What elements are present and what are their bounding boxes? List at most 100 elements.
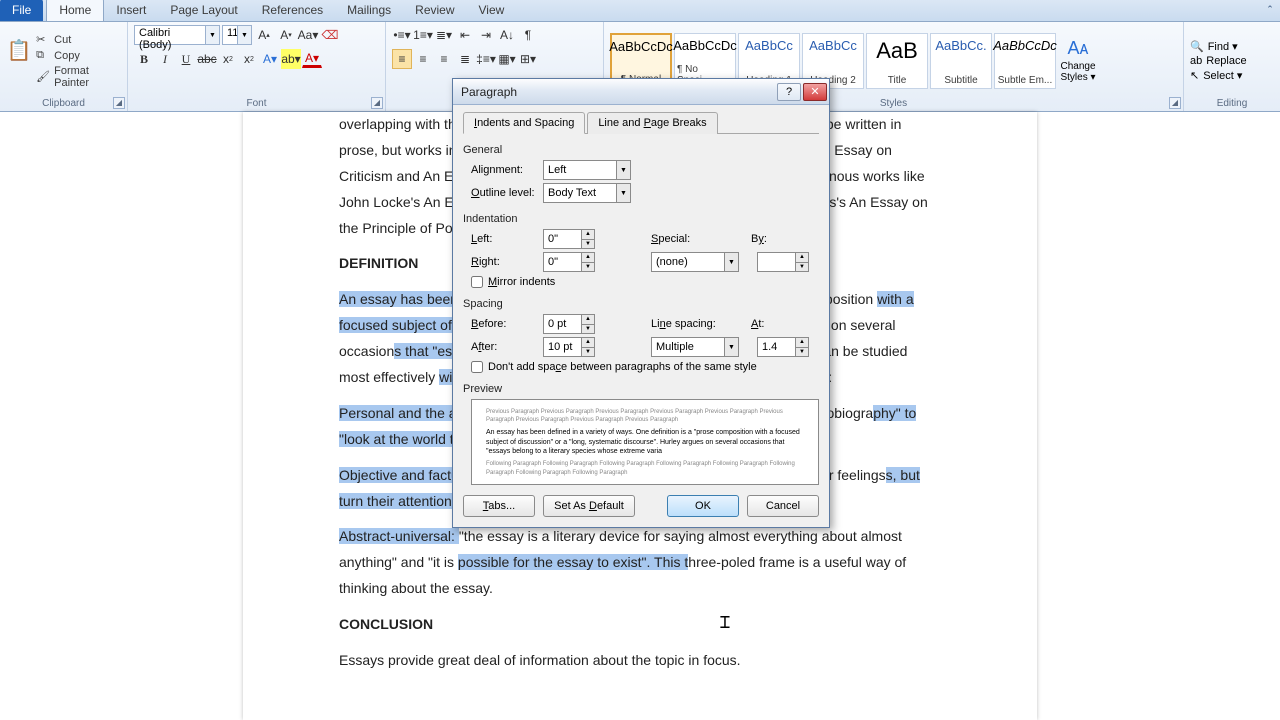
linespacing-combo[interactable]: Multiple▼ <box>651 337 739 357</box>
align-right-button[interactable]: ≡ <box>434 49 454 69</box>
tab-references[interactable]: References <box>250 0 335 21</box>
spin-up-icon[interactable]: ▲ <box>795 338 808 348</box>
font-color-button[interactable]: A▾ <box>302 50 322 68</box>
style-title[interactable]: AaBTitle <box>866 33 928 89</box>
spin-down-icon[interactable]: ▼ <box>795 263 808 272</box>
spin-up-icon[interactable]: ▲ <box>581 253 594 263</box>
justify-button[interactable]: ≣ <box>455 49 475 69</box>
style-subtleem[interactable]: AaBbCcDcSubtle Em... <box>994 33 1056 89</box>
tab-home[interactable]: Home <box>46 0 104 21</box>
minimize-ribbon-icon[interactable]: ⌃ <box>1262 2 1278 16</box>
clipboard-launcher[interactable]: ◢ <box>113 97 125 109</box>
multilevel-button[interactable]: ≣▾ <box>434 25 454 45</box>
spin-up-icon[interactable]: ▲ <box>581 230 594 240</box>
replace-icon: ab <box>1190 55 1202 67</box>
tab-view[interactable]: View <box>467 0 517 21</box>
italic-button[interactable]: I <box>155 49 175 69</box>
tab-file[interactable]: File <box>0 0 43 21</box>
tab-mailings[interactable]: Mailings <box>335 0 403 21</box>
spin-down-icon[interactable]: ▼ <box>581 325 594 334</box>
font-name-combo[interactable]: Calibri (Body)▼ <box>134 25 220 45</box>
body-text: Abstract-universal: "the essay is a lite… <box>339 524 941 602</box>
tab-line-page-breaks[interactable]: Line and Page BreaksLine and Page Breaks <box>587 112 717 134</box>
tab-indents-spacing[interactable]: IIndents and Spacingndents and Spacing <box>463 112 585 134</box>
help-button[interactable]: ? <box>777 83 801 101</box>
spin-down-icon[interactable]: ▼ <box>581 263 594 272</box>
spin-down-icon[interactable]: ▼ <box>581 240 594 249</box>
spin-down-icon[interactable]: ▼ <box>581 348 594 357</box>
no-space-same-style-check[interactable]: Don't add space between paragraphs of th… <box>471 361 819 373</box>
font-launcher[interactable]: ◢ <box>371 97 383 109</box>
strikethrough-button[interactable]: abc <box>197 49 217 69</box>
format-painter-button[interactable]: 🖌Format Painter <box>36 65 121 89</box>
indent-left-label: Left: <box>471 233 537 245</box>
change-case-button[interactable]: Aa▾ <box>298 25 318 45</box>
group-label-editing: Editing <box>1190 96 1274 111</box>
mirror-indents-check[interactable]: Mirror indents <box>471 276 819 288</box>
indent-left-spinner[interactable]: 0"▲▼ <box>543 229 595 249</box>
copy-button[interactable]: ⧉Copy <box>36 49 121 63</box>
cancel-button[interactable]: Cancel <box>747 495 819 517</box>
numbering-button[interactable]: 1≡▾ <box>413 25 433 45</box>
group-label-font: Font <box>134 96 379 111</box>
dialog-titlebar[interactable]: Paragraph ? ✕ <box>453 79 829 105</box>
dialog-title: Paragraph <box>461 85 775 99</box>
before-spinner[interactable]: 0 pt▲▼ <box>543 314 595 334</box>
ribbon-tabs: File Home Insert Page Layout References … <box>0 0 1280 22</box>
section-spacing: Spacing <box>463 298 819 310</box>
after-spinner[interactable]: 10 pt▲▼ <box>543 337 595 357</box>
find-button[interactable]: 🔍Find ▾ <box>1190 40 1247 53</box>
style-subtitle[interactable]: AaBbCc.Subtitle <box>930 33 992 89</box>
tabs-button[interactable]: Tabs... <box>463 495 535 517</box>
cut-button[interactable]: ✂Cut <box>36 33 121 47</box>
line-spacing-button[interactable]: ‡≡▾ <box>476 49 496 69</box>
subscript-button[interactable]: x2 <box>218 49 238 69</box>
increase-indent-button[interactable]: ⇥ <box>476 25 496 45</box>
superscript-button[interactable]: x2 <box>239 49 259 69</box>
bullets-button[interactable]: •≡▾ <box>392 25 412 45</box>
show-marks-button[interactable]: ¶ <box>518 25 538 45</box>
checkbox[interactable] <box>471 361 483 373</box>
sort-button[interactable]: A↓ <box>497 25 517 45</box>
bold-button[interactable]: B <box>134 49 154 69</box>
underline-button[interactable]: U <box>176 49 196 69</box>
by-spinner[interactable]: ▲▼ <box>757 252 809 272</box>
alignment-combo[interactable]: Left▼ <box>543 160 631 180</box>
set-default-button[interactable]: Set As Default <box>543 495 635 517</box>
highlight-button[interactable]: ab▾ <box>281 49 301 69</box>
at-spinner[interactable]: 1.4▲▼ <box>757 337 809 357</box>
spin-up-icon[interactable]: ▲ <box>581 338 594 348</box>
decrease-indent-button[interactable]: ⇤ <box>455 25 475 45</box>
ok-button[interactable]: OK <box>667 495 739 517</box>
special-combo[interactable]: (none)▼ <box>651 252 739 272</box>
text-effects-button[interactable]: A▾ <box>260 49 280 69</box>
spin-up-icon[interactable]: ▲ <box>581 315 594 325</box>
tab-insert[interactable]: Insert <box>104 0 158 21</box>
shrink-font-button[interactable]: A▾ <box>276 25 296 45</box>
grow-font-button[interactable]: A▴ <box>254 25 274 45</box>
borders-button[interactable]: ⊞▾ <box>518 49 538 69</box>
indent-right-label: Right: <box>471 256 537 268</box>
shading-button[interactable]: ▦▾ <box>497 49 517 69</box>
chevron-down-icon: ▼ <box>724 253 738 271</box>
clear-formatting-button[interactable]: ⌫ <box>320 25 340 45</box>
replace-button[interactable]: abReplace <box>1190 55 1247 67</box>
outline-combo[interactable]: Body Text▼ <box>543 183 631 203</box>
checkbox[interactable] <box>471 276 483 288</box>
styles-launcher[interactable]: ◢ <box>1169 97 1181 109</box>
tab-review[interactable]: Review <box>403 0 466 21</box>
change-styles-button[interactable]: Aᴀ Change Styles ▾ <box>1056 38 1100 83</box>
chevron-down-icon: ▼ <box>205 26 219 44</box>
font-size-combo[interactable]: 11▼ <box>222 25 252 45</box>
align-left-button[interactable]: ≡ <box>392 49 412 69</box>
spin-up-icon[interactable]: ▲ <box>795 253 808 263</box>
select-button[interactable]: ↖Select ▾ <box>1190 69 1247 82</box>
indent-right-spinner[interactable]: 0"▲▼ <box>543 252 595 272</box>
align-center-button[interactable]: ≡ <box>413 49 433 69</box>
find-icon: 🔍 <box>1190 40 1204 53</box>
close-button[interactable]: ✕ <box>803 83 827 101</box>
group-font: Calibri (Body)▼ 11▼ A▴ A▾ Aa▾ ⌫ B I U ab… <box>128 22 386 111</box>
paste-button[interactable]: 📋 <box>6 38 32 84</box>
spin-down-icon[interactable]: ▼ <box>795 348 808 357</box>
tab-pagelayout[interactable]: Page Layout <box>158 0 249 21</box>
